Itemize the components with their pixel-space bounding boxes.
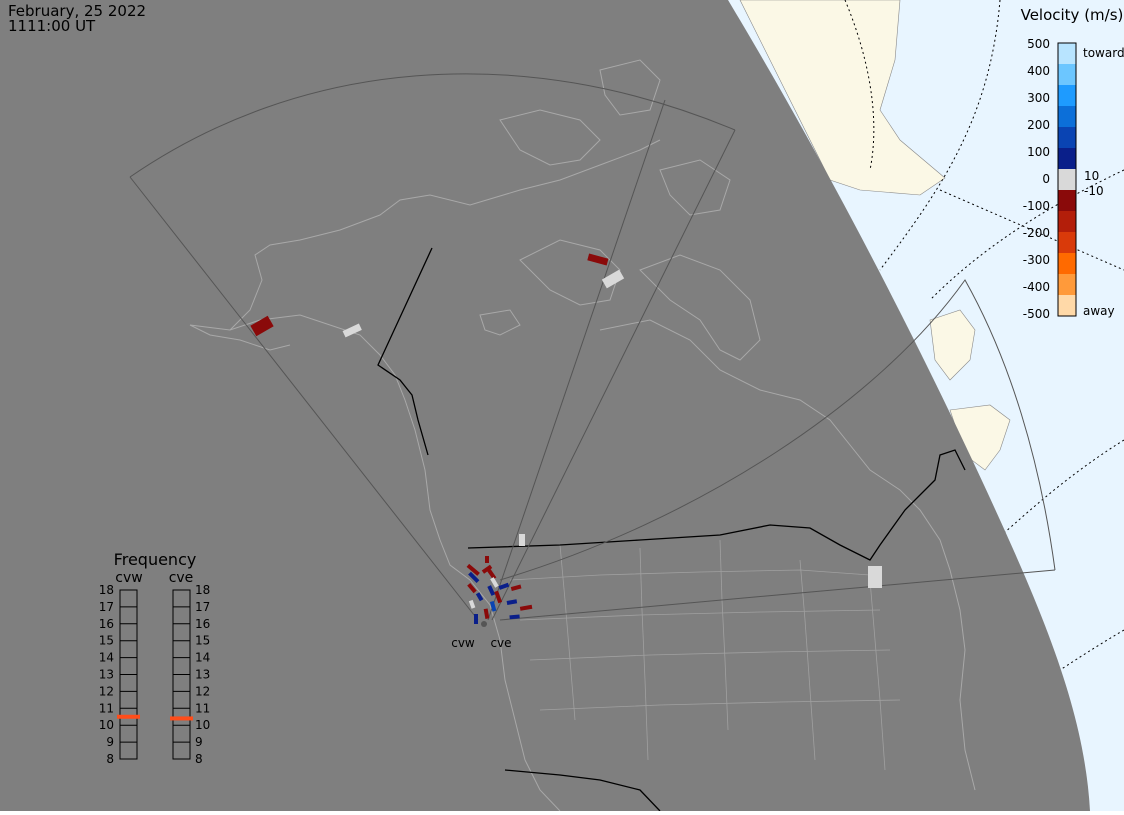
colorbar-tick-100: 100 <box>1027 145 1050 159</box>
colorbar-segment-7 <box>1058 190 1076 212</box>
colorbar-segment-10 <box>1058 253 1076 275</box>
frequency-tick-label: 16 <box>195 617 210 631</box>
toward-label: toward <box>1083 46 1124 60</box>
map-plot: cvw cve February, 25 2022 1111:00 UT Velo… <box>0 0 1124 812</box>
frequency-title: Frequency <box>114 550 197 569</box>
radar-label-cvw: cvw <box>451 636 475 650</box>
colorbar-tick-500: 500 <box>1027 37 1050 51</box>
frequency-tick-label: 8 <box>106 752 114 766</box>
colorbar-segment-11 <box>1058 274 1076 296</box>
frequency-tick-label: 18 <box>99 583 114 597</box>
colorbar-tick-10: 10 <box>1084 169 1099 183</box>
velocity-scale-title: Velocity (m/s) <box>1021 6 1124 24</box>
frequency-tick-label: 13 <box>99 668 114 682</box>
frequency-tick-label: 16 <box>99 617 114 631</box>
time-label: 1111:00 UT <box>8 17 96 35</box>
frequency-tick-label: 9 <box>106 735 114 749</box>
frequency-radar-label-cve: cve <box>169 570 194 586</box>
colorbar-tick--10: -10 <box>1084 184 1104 198</box>
map-canvas: cvw cve February, 25 2022 1111:00 UT Velo… <box>0 0 1124 812</box>
frequency-tick-label: 12 <box>195 684 210 698</box>
frequency-tick-label: 14 <box>195 651 210 665</box>
colorbar-tick--500: -500 <box>1023 307 1050 321</box>
frequency-tick-label: 15 <box>195 634 210 648</box>
velocity-colorbar <box>1057 42 1077 317</box>
frequency-marker-cvw <box>117 714 140 719</box>
frequency-tick-label: 12 <box>99 684 114 698</box>
colorbar-segment-0 <box>1058 43 1076 65</box>
frequency-tick-label: 10 <box>195 718 210 732</box>
colorbar-tick-300: 300 <box>1027 91 1050 105</box>
frequency-marker-cve <box>170 716 193 721</box>
away-label: away <box>1083 304 1115 318</box>
colorbar-segment-8 <box>1058 211 1076 233</box>
colorbar-segment-3 <box>1058 106 1076 128</box>
colorbar-segment-4 <box>1058 127 1076 149</box>
colorbar-tick--200: -200 <box>1023 226 1050 240</box>
colorbar-tick-200: 200 <box>1027 118 1050 132</box>
colorbar-segment-12 <box>1058 295 1076 317</box>
frequency-tick-label: 10 <box>99 718 114 732</box>
frequency-radar-label-cvw: cvw <box>115 570 142 586</box>
colorbar-tick-0: 0 <box>1042 172 1050 186</box>
frequency-tick-label: 11 <box>195 701 210 715</box>
colorbar-tick--300: -300 <box>1023 253 1050 267</box>
radar-label-cve: cve <box>490 636 511 650</box>
colorbar-segment-2 <box>1058 85 1076 107</box>
frequency-tick-label: 17 <box>195 600 210 614</box>
frequency-tick-label: 8 <box>195 752 203 766</box>
colorbar-segment-1 <box>1058 64 1076 86</box>
colorbar-tick-400: 400 <box>1027 64 1050 78</box>
frequency-tick-label: 9 <box>195 735 203 749</box>
frequency-tick-label: 17 <box>99 600 114 614</box>
frequency-tick-label: 13 <box>195 668 210 682</box>
colorbar-tick--400: -400 <box>1023 280 1050 294</box>
frequency-tick-label: 14 <box>99 651 114 665</box>
colorbar-tick--100: -100 <box>1023 199 1050 213</box>
frequency-tick-label: 11 <box>99 701 114 715</box>
frequency-tick-label: 15 <box>99 634 114 648</box>
frequency-tick-label: 18 <box>195 583 210 597</box>
colorbar-segment-5 <box>1058 148 1076 170</box>
colorbar-segment-6 <box>1058 169 1076 191</box>
colorbar-segment-9 <box>1058 232 1076 254</box>
